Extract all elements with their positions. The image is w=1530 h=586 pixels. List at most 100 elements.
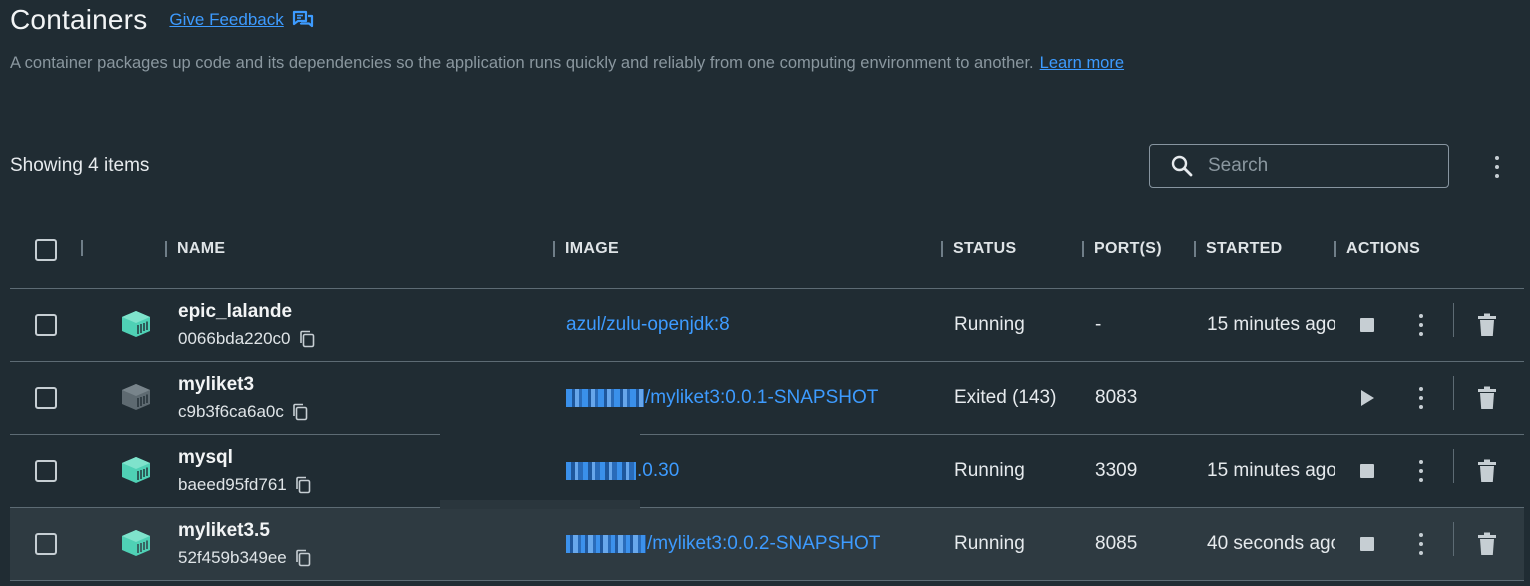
table-row[interactable]: myliket3 c9b3f6ca6a0c /myliket3:0.0.1-SN… (10, 362, 1524, 435)
status-text: Running (954, 460, 1025, 481)
trash-icon (1478, 532, 1496, 555)
image-link[interactable]: .0.30 (566, 460, 679, 482)
trash-icon (1478, 313, 1496, 336)
redaction-patch (440, 434, 640, 437)
give-feedback-link[interactable]: Give Feedback (169, 10, 313, 30)
container-running-icon (122, 457, 150, 483)
trash-icon (1478, 386, 1496, 409)
container-name[interactable]: myliket3.5 (178, 520, 270, 542)
start-button[interactable] (1353, 384, 1381, 412)
container-id: c9b3f6ca6a0c (178, 402, 308, 422)
row-more-button[interactable] (1407, 311, 1435, 339)
containers-page: Containers Give Feedback A container pac… (0, 0, 1530, 586)
column-header-image[interactable]: IMAGE (553, 240, 619, 258)
container-id-text: 52f459b349ee (178, 548, 287, 567)
column-separator (81, 240, 83, 256)
select-all-checkbox[interactable] (35, 239, 57, 261)
table-row[interactable]: myliket3.5 52f459b349ee /myliket3:0.0.2-… (10, 508, 1524, 581)
copy-icon[interactable] (295, 476, 311, 494)
column-header-ports-label: PORT(S) (1094, 240, 1162, 257)
column-header-name-label: NAME (177, 240, 226, 257)
stop-icon (1360, 537, 1374, 551)
action-divider (1453, 449, 1454, 483)
container-name[interactable]: mysql (178, 447, 233, 469)
image-link-text: /myliket3:0.0.2-SNAPSHOT (647, 533, 881, 554)
kebab-dot (1495, 174, 1499, 178)
column-header-ports[interactable]: PORT(S) (1082, 240, 1162, 258)
container-stopped-icon (122, 384, 150, 410)
ports-text: 8083 (1095, 387, 1138, 408)
trash-icon (1478, 459, 1496, 482)
table-row[interactable]: epic_lalande 0066bda220c0 azul/zulu-open… (10, 289, 1524, 362)
image-link[interactable]: /myliket3:0.0.1-SNAPSHOT (566, 387, 878, 409)
container-name[interactable]: myliket3 (178, 374, 254, 396)
column-separator (553, 241, 555, 257)
delete-button[interactable] (1473, 311, 1501, 339)
status-text: Exited (143) (954, 387, 1057, 408)
column-header-actions-label: ACTIONS (1346, 240, 1421, 257)
learn-more-link[interactable]: Learn more (1040, 54, 1124, 72)
row-more-button[interactable] (1407, 530, 1435, 558)
image-link[interactable]: /myliket3:0.0.2-SNAPSHOT (566, 533, 880, 555)
search-input[interactable] (1208, 155, 1428, 177)
copy-icon[interactable] (295, 549, 311, 567)
image-link-text: /myliket3:0.0.1-SNAPSHOT (645, 387, 879, 408)
action-divider (1453, 522, 1454, 556)
row-checkbox[interactable] (35, 314, 57, 336)
image-link[interactable]: azul/zulu-openjdk:8 (566, 314, 730, 336)
table-row[interactable]: mysql baeed95fd761 .0.30 Running 3309 15… (10, 435, 1524, 508)
column-separator (941, 241, 943, 257)
description-text: A container packages up code and its dep… (10, 54, 1034, 72)
ports-text: - (1095, 314, 1102, 335)
column-separator (1334, 241, 1336, 257)
ports-text: 8085 (1095, 533, 1138, 554)
column-header-started[interactable]: STARTED (1194, 240, 1282, 258)
container-running-icon (122, 530, 150, 556)
play-icon (1361, 390, 1374, 406)
column-separator (1082, 241, 1084, 257)
page-description: A container packages up code and its dep… (10, 54, 1124, 73)
search-box[interactable] (1149, 144, 1449, 188)
delete-button[interactable] (1473, 384, 1501, 412)
image-link-text: azul/zulu-openjdk:8 (566, 314, 730, 335)
copy-icon[interactable] (299, 330, 315, 348)
column-header-name[interactable]: NAME (165, 240, 225, 258)
kebab-dot (1495, 165, 1499, 169)
copy-icon[interactable] (292, 403, 308, 421)
more-options-menu[interactable] (1487, 154, 1507, 180)
started-text: 40 seconds ago (1207, 533, 1335, 554)
column-header-icon (81, 240, 93, 256)
redacted-text (566, 462, 636, 480)
page-title: Containers (10, 4, 148, 35)
item-count: Showing 4 items (10, 155, 150, 176)
kebab-icon (1418, 314, 1424, 336)
status-text: Running (954, 533, 1025, 554)
stop-button[interactable] (1353, 311, 1381, 339)
row-checkbox[interactable] (35, 460, 57, 482)
ports-text: 3309 (1095, 460, 1138, 481)
container-running-icon (122, 311, 150, 337)
title-row: Containers Give Feedback (10, 4, 314, 36)
redacted-text (566, 389, 644, 407)
kebab-icon (1418, 460, 1424, 482)
stop-button[interactable] (1353, 530, 1381, 558)
delete-button[interactable] (1473, 530, 1501, 558)
search-icon (1171, 155, 1193, 177)
column-header-status[interactable]: STATUS (941, 240, 1016, 258)
container-id: baeed95fd761 (178, 475, 311, 495)
row-more-button[interactable] (1407, 457, 1435, 485)
action-divider (1453, 376, 1454, 410)
redaction-patch (440, 500, 640, 509)
column-header-actions: ACTIONS (1334, 240, 1420, 258)
image-link-text: .0.30 (637, 460, 680, 481)
row-more-button[interactable] (1407, 384, 1435, 412)
row-checkbox[interactable] (35, 387, 57, 409)
column-separator (1194, 241, 1196, 257)
stop-button[interactable] (1353, 457, 1381, 485)
action-divider (1453, 303, 1454, 337)
row-checkbox[interactable] (35, 533, 57, 555)
delete-button[interactable] (1473, 457, 1501, 485)
container-id-text: baeed95fd761 (178, 475, 287, 494)
container-name[interactable]: epic_lalande (178, 301, 292, 323)
container-id: 0066bda220c0 (178, 329, 315, 349)
